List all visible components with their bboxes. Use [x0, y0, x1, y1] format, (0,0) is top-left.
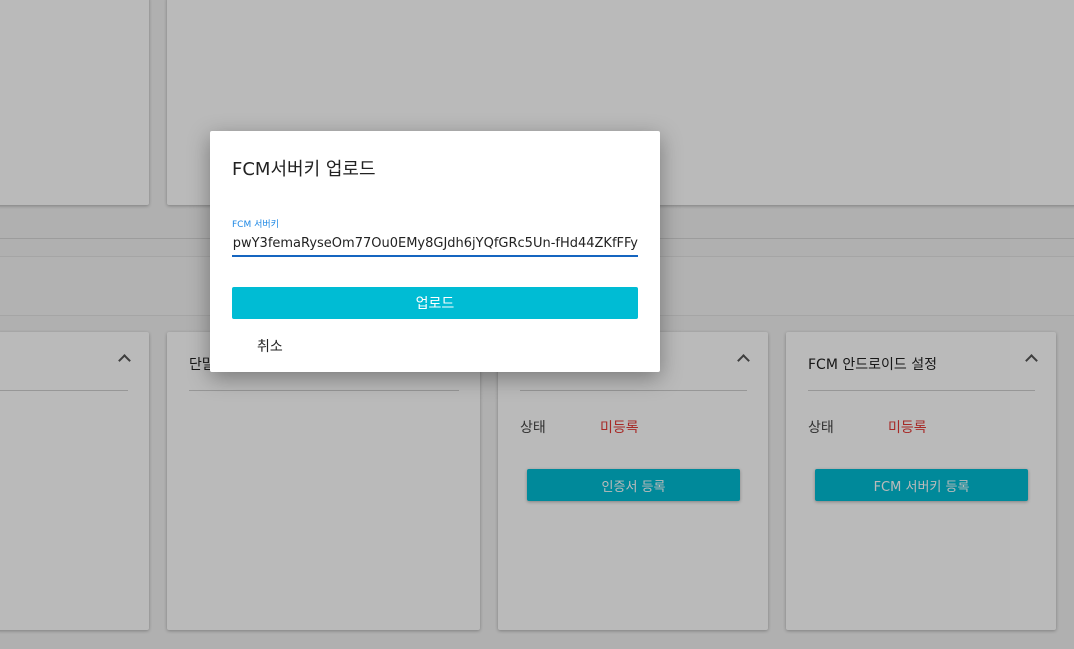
cancel-button[interactable]: 취소: [257, 336, 283, 356]
fcm-upload-dialog: FCM서버키 업로드 FCM 서버키 업로드 취소: [210, 131, 660, 372]
dialog-title: FCM서버키 업로드: [232, 159, 376, 180]
upload-button[interactable]: 업로드: [232, 287, 638, 319]
fcm-key-input[interactable]: [232, 231, 638, 257]
fcm-key-field-label: FCM 서버키: [232, 220, 279, 230]
